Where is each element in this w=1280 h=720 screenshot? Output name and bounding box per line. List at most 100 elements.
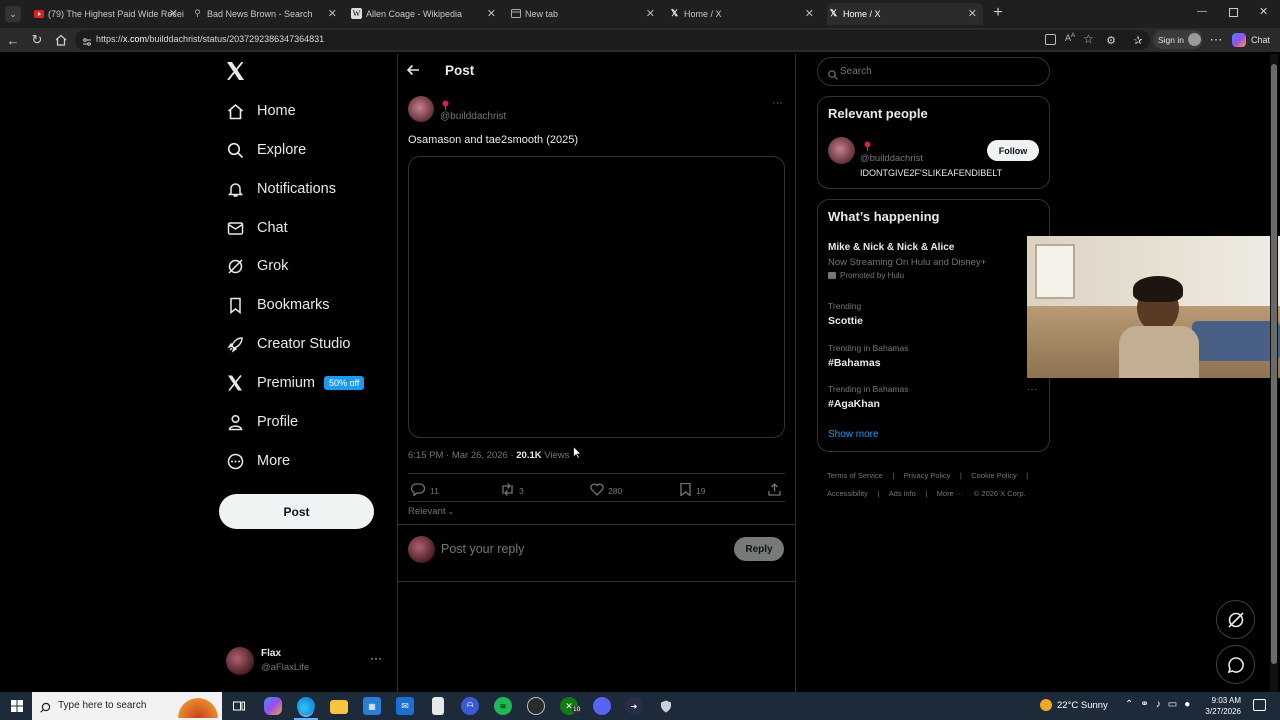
reply-sort-dropdown[interactable]: Relevant ⌄ bbox=[408, 506, 454, 517]
back-arrow-icon[interactable] bbox=[406, 63, 422, 79]
trend-item[interactable]: Trending in Bahamas #Bahamas bbox=[828, 343, 1038, 369]
sidebar-item-grok[interactable]: Grok bbox=[226, 254, 288, 278]
reply-input[interactable]: Post your reply bbox=[441, 542, 721, 556]
sign-in-button[interactable]: Sign in bbox=[1153, 30, 1203, 49]
trend-item[interactable]: Trending Scottie bbox=[828, 301, 1038, 327]
file-explorer-icon[interactable] bbox=[330, 700, 348, 714]
browser-tab-1[interactable]: (79) The Highest Paid Wide Recei ✕ bbox=[32, 3, 184, 25]
restore-icon[interactable] bbox=[1229, 8, 1238, 17]
sidebar-item-notifications[interactable]: Notifications bbox=[226, 177, 336, 201]
discord-icon[interactable] bbox=[593, 697, 611, 715]
browser-tab-4[interactable]: New tab ✕ bbox=[509, 3, 661, 25]
favorites-icon[interactable]: ✰ bbox=[1130, 32, 1146, 48]
mail-app-icon[interactable]: ✉ bbox=[396, 697, 414, 715]
extensions-icon[interactable]: ⚙ bbox=[1103, 32, 1119, 48]
tab-actions-menu-icon[interactable]: ⌄ bbox=[5, 6, 21, 22]
close-icon[interactable]: ✕ bbox=[487, 7, 496, 20]
app-icon-dark[interactable]: ➜ bbox=[625, 697, 643, 715]
refresh-icon[interactable]: ↻ bbox=[29, 32, 45, 48]
notepad-icon[interactable] bbox=[432, 697, 444, 715]
like-action[interactable]: 280 bbox=[590, 483, 622, 498]
follow-button[interactable]: Follow bbox=[987, 140, 1039, 161]
sidebar-item-creator-studio[interactable]: Creator Studio bbox=[226, 332, 351, 356]
home-icon[interactable] bbox=[53, 32, 69, 48]
reply-button[interactable]: Reply bbox=[734, 537, 784, 561]
footer-link[interactable]: Accessibility bbox=[827, 489, 868, 498]
network-icon[interactable]: ⚭ bbox=[1140, 699, 1155, 710]
system-tray[interactable]: ⌃⚭♪▭● bbox=[1125, 699, 1197, 710]
trend-more-icon[interactable]: ··· bbox=[1027, 384, 1037, 395]
x-logo-icon[interactable] bbox=[226, 61, 246, 82]
close-icon[interactable]: ✕ bbox=[968, 7, 977, 20]
repost-action[interactable]: 3 bbox=[500, 483, 524, 498]
site-info-icon[interactable] bbox=[82, 34, 92, 46]
notification-center-icon[interactable] bbox=[1253, 699, 1266, 711]
sidebar-item-home[interactable]: Home bbox=[226, 99, 296, 123]
close-icon[interactable]: ✕ bbox=[646, 7, 655, 20]
sidebar-item-explore[interactable]: Explore bbox=[226, 138, 306, 162]
footer-link[interactable]: More ··· bbox=[937, 489, 964, 498]
sidebar-item-premium[interactable]: Premium 50% off bbox=[226, 371, 365, 395]
account-switcher[interactable]: Flax @aFlaxLife ··· bbox=[226, 646, 386, 676]
post-author-avatar[interactable] bbox=[408, 96, 434, 122]
shield-icon[interactable] bbox=[657, 697, 675, 715]
relevant-person-avatar[interactable] bbox=[828, 137, 855, 164]
copilot-icon[interactable] bbox=[264, 697, 282, 715]
footer-link[interactable]: Cookie Policy bbox=[971, 471, 1016, 480]
page-scrollbar[interactable] bbox=[1270, 54, 1278, 692]
grok-floating-button[interactable] bbox=[1216, 600, 1255, 639]
show-more-link[interactable]: Show more bbox=[828, 429, 879, 440]
post-media-video[interactable] bbox=[408, 156, 785, 438]
read-aloud-icon[interactable]: AA bbox=[1065, 33, 1075, 43]
close-icon[interactable]: ✕ bbox=[328, 7, 337, 20]
browser-tab-2[interactable]: ⚲ Bad News Brown - Search ✕ bbox=[191, 3, 343, 25]
taskbar-clock[interactable]: 9:03 AM 3/27/2026 bbox=[1205, 695, 1241, 717]
close-icon[interactable]: ✕ bbox=[169, 7, 178, 20]
settings-more-icon[interactable]: ⋯ bbox=[1208, 32, 1224, 48]
edge-browser-icon[interactable] bbox=[297, 697, 315, 715]
minimize-icon[interactable]: — bbox=[1197, 6, 1209, 18]
tray-chevron-up-icon[interactable]: ⌃ bbox=[1125, 699, 1140, 710]
split-screen-icon[interactable] bbox=[1045, 34, 1056, 45]
close-icon[interactable]: ✕ bbox=[805, 7, 814, 20]
share-icon[interactable] bbox=[768, 483, 781, 501]
sidebar-item-more[interactable]: More bbox=[226, 449, 290, 473]
browser-tab-6-active[interactable]: 𝕏 Home / X ✕ bbox=[827, 3, 983, 25]
browser-tab-3[interactable]: W Allen Coage - Wikipedia ✕ bbox=[350, 3, 502, 25]
trend-item-promoted[interactable]: Mike & Nick & Nick & Alice Now Streaming… bbox=[828, 242, 1038, 280]
spotify-icon[interactable]: ≋ bbox=[494, 697, 512, 715]
footer-link[interactable]: Privacy Policy bbox=[904, 471, 951, 480]
bookmark-action[interactable]: 19 bbox=[680, 482, 705, 498]
app-icon-blue[interactable]: ᗩ bbox=[461, 697, 479, 715]
back-icon[interactable]: ← bbox=[5, 32, 21, 48]
post-button[interactable]: Post bbox=[219, 494, 374, 529]
footer-link[interactable]: Terms of Service bbox=[827, 471, 883, 480]
scrollbar-thumb[interactable] bbox=[1271, 64, 1277, 664]
windows-start-icon[interactable] bbox=[8, 697, 26, 715]
sidebar-item-profile[interactable]: Profile bbox=[226, 410, 298, 434]
search-input[interactable]: Search bbox=[817, 57, 1050, 86]
copilot-chat-button[interactable]: Chat bbox=[1232, 32, 1270, 48]
obs-icon[interactable] bbox=[527, 697, 545, 715]
sidebar-item-bookmarks[interactable]: Bookmarks bbox=[226, 293, 330, 317]
favorite-star-icon[interactable]: ☆ bbox=[1083, 32, 1094, 46]
trend-item[interactable]: Trending in Bahamas #AgaKhan bbox=[828, 384, 1038, 410]
footer-link[interactable]: Ads info bbox=[889, 489, 916, 498]
weather-widget[interactable]: 22°C Sunny bbox=[1040, 699, 1108, 711]
close-window-icon[interactable]: ✕ bbox=[1259, 5, 1268, 18]
task-view-icon[interactable] bbox=[230, 697, 248, 715]
browser-tab-5[interactable]: 𝕏 Home / X ✕ bbox=[668, 3, 820, 25]
taskbar-search-box[interactable]: Type here to search bbox=[32, 692, 222, 720]
url-field[interactable]: https://x.com/builddachrist/status/20372… bbox=[75, 30, 1150, 50]
post-author-handle[interactable]: @builddachrist bbox=[440, 111, 506, 122]
battery-icon[interactable]: ▭ bbox=[1168, 699, 1184, 710]
post-more-icon[interactable]: ··· bbox=[772, 97, 783, 109]
more-dots-icon[interactable]: ··· bbox=[370, 651, 382, 665]
messages-floating-button[interactable] bbox=[1216, 645, 1255, 684]
relevant-person-handle[interactable]: @builddachrist bbox=[860, 153, 923, 164]
reply-action[interactable]: 11 bbox=[410, 483, 439, 498]
store-icon[interactable]: ▦ bbox=[363, 697, 381, 715]
microphone-icon[interactable]: ● bbox=[1184, 699, 1197, 710]
sidebar-item-chat[interactable]: Chat bbox=[226, 216, 288, 240]
volume-icon[interactable]: ♪ bbox=[1156, 699, 1168, 710]
